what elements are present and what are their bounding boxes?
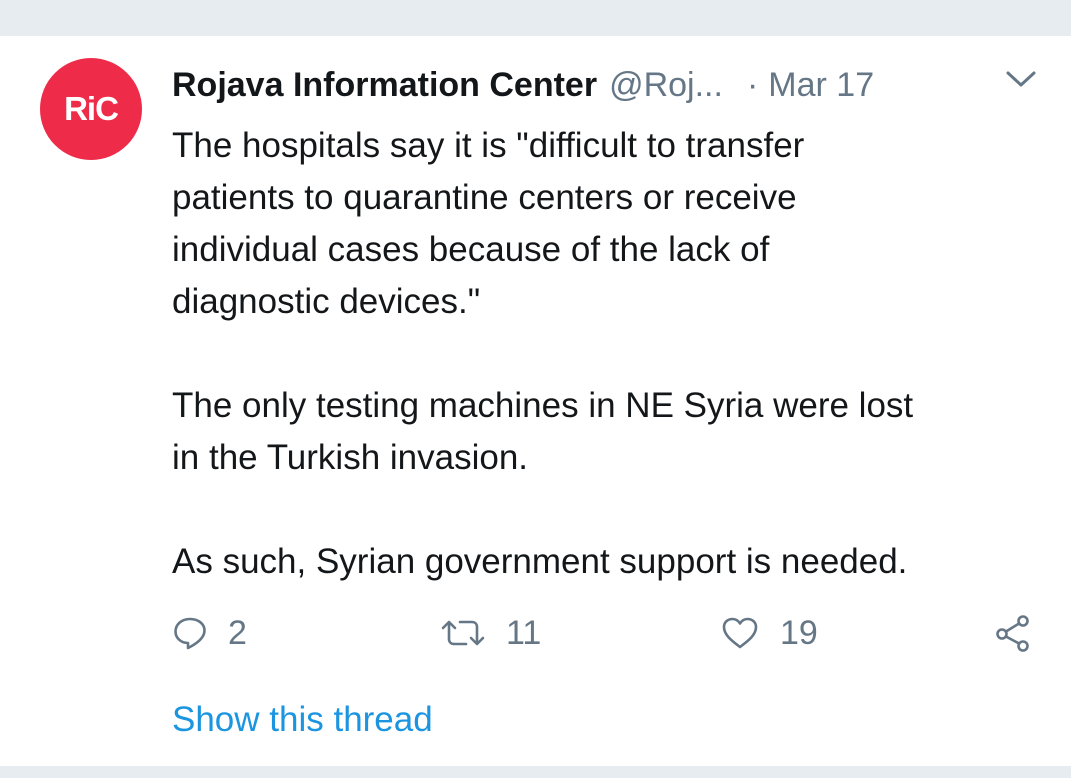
chevron-down-icon[interactable] [1004, 68, 1038, 90]
tweet-header: Rojava Information Center @Roj... · Mar … [172, 66, 972, 106]
like-count: 19 [780, 613, 818, 652]
user-handle[interactable]: @Roj... [609, 66, 723, 105]
tweet-paragraph: The hospitals say it is "difficult to tr… [172, 126, 805, 321]
retweet-icon [440, 615, 486, 651]
avatar-logo-text: RiC [64, 90, 119, 127]
top-divider [0, 0, 1071, 36]
avatar[interactable]: RiC [40, 58, 142, 160]
like-button[interactable]: 19 [720, 608, 818, 658]
reply-button[interactable]: 2 [172, 608, 247, 658]
tweet-paragraph: The only testing machines in NE Syria we… [172, 386, 914, 477]
retweet-count: 11 [506, 613, 542, 652]
reply-count: 2 [228, 613, 247, 652]
tweet-actions: 2 11 19 [172, 608, 1042, 658]
tweet-date[interactable]: Mar 17 [768, 66, 874, 105]
tweet-card[interactable]: RiC Rojava Information Center @Roj... · … [0, 36, 1071, 766]
tweet-paragraph: As such, Syrian government support is ne… [172, 542, 908, 581]
share-icon [992, 613, 1034, 653]
reply-icon [172, 615, 208, 651]
heart-icon [720, 615, 760, 651]
tweet-text: The hospitals say it is "difficult to tr… [172, 120, 1042, 588]
retweet-button[interactable]: 11 [440, 608, 541, 658]
display-name[interactable]: Rojava Information Center [172, 66, 597, 105]
show-thread-link[interactable]: Show this thread [172, 700, 433, 740]
bottom-divider [0, 766, 1071, 778]
header-separator: · [746, 66, 759, 104]
share-button[interactable] [992, 608, 1034, 658]
